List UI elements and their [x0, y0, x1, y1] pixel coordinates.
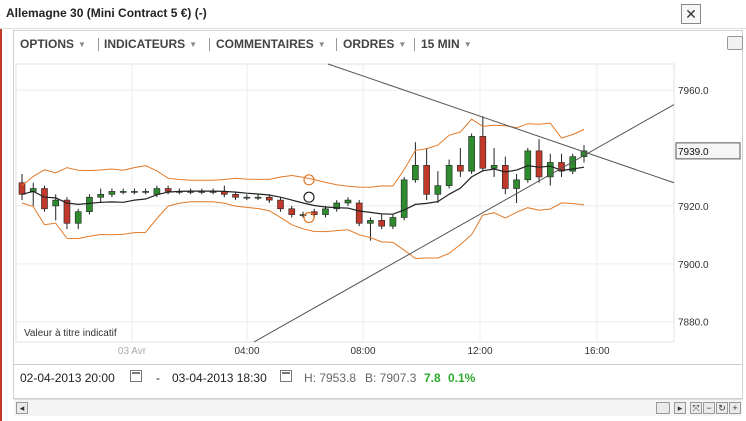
low-value: B: 7907.3 — [365, 371, 417, 385]
candle-body — [344, 199, 352, 204]
zoom-in-icon[interactable]: + — [729, 402, 741, 414]
candle-body — [457, 165, 464, 172]
candle-body — [468, 136, 475, 172]
candle-body — [434, 185, 442, 195]
x-tick-label: 12:00 — [467, 346, 492, 357]
chevron-down-icon: ▼ — [189, 39, 198, 49]
comments-menu-label: COMMENTAIRES — [216, 37, 314, 51]
zoom-out-icon[interactable]: − — [703, 402, 715, 414]
refresh-icon[interactable]: ↻ — [716, 402, 728, 414]
candle-body — [412, 165, 419, 181]
comment-icon[interactable] — [727, 36, 743, 50]
timeframe-menu-label: 15 MIN — [421, 37, 460, 51]
candle-body — [153, 188, 161, 195]
candle-body — [355, 202, 363, 224]
options-menu-label: OPTIONS — [20, 37, 75, 51]
indicators-menu[interactable]: INDICATEURS ▼ — [104, 32, 197, 56]
price-chart-svg: 7960.0 7920.0 7900.0 7880.0 03 Avr 04:00 08:00… — [15, 63, 741, 357]
options-menu[interactable]: OPTIONS ▼ — [20, 32, 86, 56]
candle-body — [445, 165, 453, 186]
high-value: H: 7953.8 — [304, 371, 357, 385]
scroll-right-icon[interactable]: ▸ — [674, 402, 686, 414]
orders-menu[interactable]: ORDRES ▼ — [343, 32, 406, 56]
chevron-down-icon: ▼ — [78, 39, 86, 49]
fit-icon[interactable]: ⤧ — [690, 402, 702, 414]
indicative-value-note: Valeur à titre indicatif — [24, 328, 117, 339]
current-price-label: 7939.0 — [678, 147, 709, 158]
candle-body — [535, 150, 543, 178]
candle-body — [378, 220, 385, 227]
x-tick-label: 03 Avr — [118, 346, 147, 357]
candle-body — [74, 211, 82, 224]
date-dash: - — [156, 371, 160, 385]
candle-body — [86, 196, 93, 212]
orders-menu-label: ORDRES — [343, 37, 395, 51]
comments-menu[interactable]: COMMENTAIRES ▼ — [216, 32, 326, 56]
candle-body — [243, 196, 251, 199]
candle-body — [502, 165, 509, 189]
calendar-icon[interactable] — [280, 370, 292, 382]
window-title: Allemagne 30 (Mini Contract 5 €) (-) — [6, 6, 207, 20]
scroll-thumb[interactable] — [656, 402, 670, 414]
candle-body — [131, 191, 138, 193]
candle-body — [288, 208, 296, 215]
x-tick-label: 08:00 — [350, 346, 375, 357]
price-chart[interactable]: 7960.0 7920.0 7900.0 7880.0 03 Avr 04:00 08:00… — [14, 60, 742, 364]
candle-body — [52, 199, 60, 207]
from-date[interactable]: 02-04-2013 20:00 — [20, 371, 115, 385]
change-value: 7.8 — [424, 371, 441, 385]
toolbar-separator — [98, 38, 99, 51]
candle-body — [119, 191, 127, 193]
x-tick-label: 04:00 — [234, 346, 259, 357]
candle-body — [108, 191, 116, 195]
calendar-icon[interactable] — [130, 370, 142, 382]
chart-footer: 02-04-2013 20:00 - 03-04-2013 18:30 H: 7… — [14, 364, 742, 391]
candle-body — [367, 220, 374, 224]
chart-toolbar: OPTIONS ▼ INDICATEURS ▼ COMMENTAIRES ▼ ORDR… — [14, 32, 742, 56]
y-tick-label: 7900.0 — [678, 260, 709, 271]
horizontal-scrollbar[interactable]: ◂ ▸ ⤧ − ↻ + — [14, 399, 742, 416]
candle-body — [513, 179, 520, 189]
y-tick-label: 7920.0 — [678, 202, 709, 213]
candle-body — [479, 136, 487, 169]
scroll-left-icon[interactable]: ◂ — [16, 402, 28, 414]
chevron-down-icon: ▼ — [463, 39, 472, 49]
chevron-down-icon: ▼ — [317, 39, 326, 49]
x-tick-label: 16:00 — [584, 346, 609, 357]
timeframe-menu[interactable]: 15 MIN ▼ — [421, 32, 472, 56]
candle-body — [232, 194, 239, 198]
candle-body — [265, 196, 273, 201]
candle-body — [41, 188, 48, 210]
candle-body — [97, 194, 104, 198]
window-left-accent — [0, 28, 2, 421]
candle-body — [322, 208, 329, 215]
y-tick-label: 7960.0 — [678, 86, 709, 97]
candle-body — [400, 179, 408, 218]
toolbar-separator — [209, 38, 210, 51]
indicators-menu-label: INDICATEURS — [104, 37, 186, 51]
candle-body — [423, 165, 430, 195]
toolbar-separator — [414, 38, 415, 51]
candle-body — [277, 199, 284, 210]
chevron-down-icon: ▼ — [398, 39, 407, 49]
to-date[interactable]: 03-04-2013 18:30 — [172, 371, 267, 385]
candle-body — [254, 196, 262, 199]
toolbar-separator — [336, 38, 337, 51]
candle-body — [490, 165, 498, 169]
change-percent: 0.1% — [448, 371, 476, 385]
candle-body — [389, 217, 397, 227]
close-button[interactable]: ✕ — [681, 4, 701, 24]
y-tick-label: 7880.0 — [678, 318, 709, 329]
candle-body — [164, 188, 172, 192]
candle-body — [142, 191, 149, 193]
